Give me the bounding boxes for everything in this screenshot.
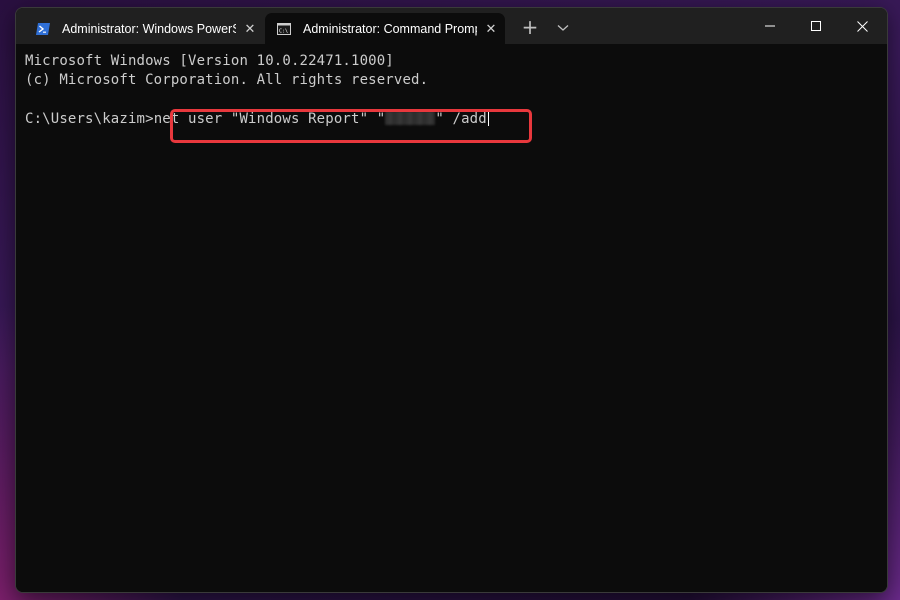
title-bar[interactable]: Administrator: Windows PowerShell ✕ C:\ … — [16, 8, 887, 44]
redacted-password — [385, 111, 436, 125]
terminal-output[interactable]: Microsoft Windows [Version 10.0.22471.10… — [16, 44, 887, 592]
close-tab-icon[interactable]: ✕ — [236, 21, 264, 37]
close-window-button[interactable] — [839, 8, 885, 44]
prompt: C:\Users\kazim> — [25, 111, 154, 127]
cmd-icon: C:\ — [277, 22, 291, 36]
terminal-window: Administrator: Windows PowerShell ✕ C:\ … — [15, 7, 888, 593]
copyright-line: (c) Microsoft Corporation. All rights re… — [25, 72, 429, 88]
version-line: Microsoft Windows [Version 10.0.22471.10… — [25, 53, 394, 69]
chevron-down-icon[interactable] — [553, 18, 573, 38]
minimize-button[interactable] — [747, 8, 793, 44]
close-tab-icon[interactable]: ✕ — [477, 21, 505, 37]
maximize-icon — [811, 21, 821, 31]
new-tab-button[interactable]: + — [519, 17, 541, 39]
svg-text:C:\: C:\ — [279, 28, 288, 34]
minimize-icon — [765, 25, 775, 27]
command-line[interactable]: C:\Users\kazim>net user "Windows Report"… — [25, 109, 887, 128]
tab-powershell[interactable]: Administrator: Windows PowerShell ✕ — [24, 13, 264, 44]
tab-title: Administrator: Command Prompt — [303, 21, 477, 36]
tab-command-prompt[interactable]: C:\ Administrator: Command Prompt ✕ — [265, 13, 505, 44]
maximize-button[interactable] — [793, 8, 839, 44]
tab-title: Administrator: Windows PowerShell — [62, 21, 236, 36]
command-text-end: " /add — [435, 111, 487, 127]
powershell-icon — [36, 22, 50, 36]
text-cursor — [487, 109, 489, 126]
command-text: net user "Windows Report" " — [153, 111, 386, 127]
close-icon — [856, 20, 868, 32]
